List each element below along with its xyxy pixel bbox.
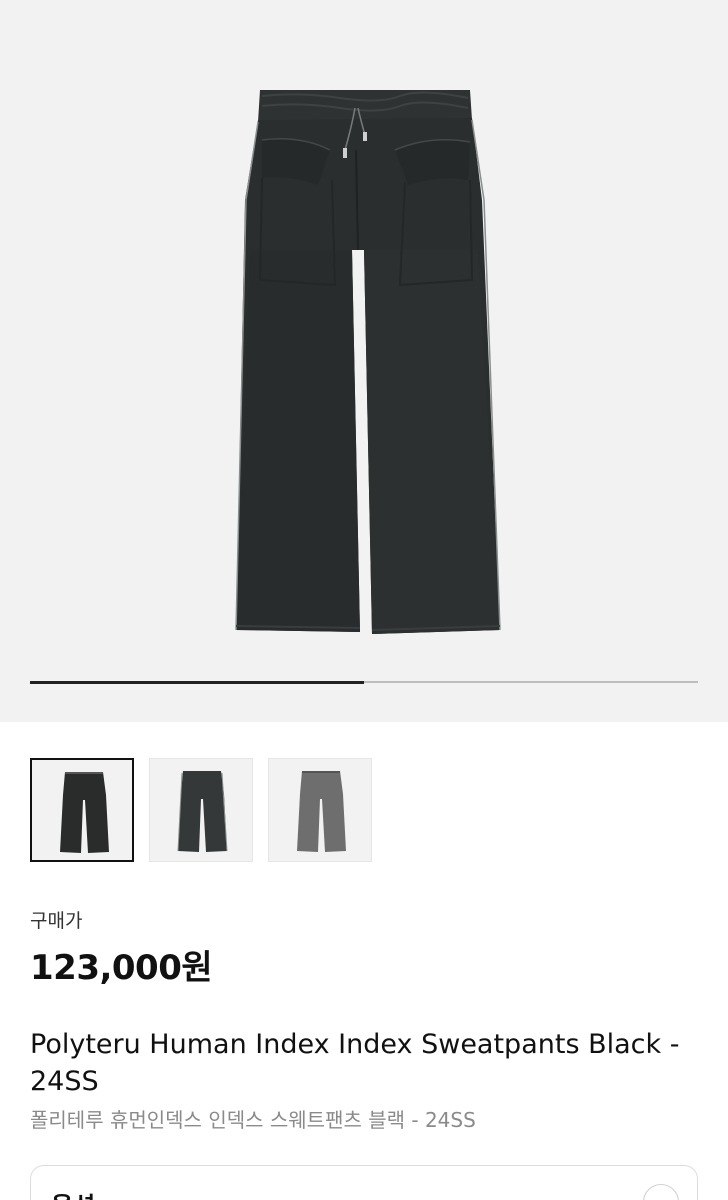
- pants-thumb-icon: [297, 771, 346, 852]
- pants-thumb-icon: [60, 772, 109, 853]
- gallery-progress-fill: [30, 680, 364, 684]
- thumbnail-charcoal[interactable]: [149, 758, 253, 862]
- pants-main-image: [235, 90, 501, 634]
- product-image-gallery[interactable]: [0, 0, 728, 722]
- gallery-progress-bar: [30, 680, 698, 684]
- thumbnail-gray[interactable]: [268, 758, 372, 862]
- price-label: 구매가: [30, 910, 83, 932]
- option-label: 옵션: [51, 1186, 95, 1200]
- product-title-korean: 폴리테루 휴먼인덱스 인덱스 스웨트팬츠 블랙 - 24SS: [30, 1108, 476, 1132]
- thumbnail-black[interactable]: [30, 758, 134, 862]
- option-selector[interactable]: 옵션 −: [30, 1165, 698, 1200]
- pants-thumb-icon: [177, 771, 228, 852]
- minus-icon[interactable]: −: [643, 1184, 679, 1200]
- thumbnail-strip: [30, 758, 372, 862]
- price-value: 123,000원: [30, 948, 213, 988]
- product-title-english: Polyteru Human Index Index Sweatpants Bl…: [30, 1029, 680, 1097]
